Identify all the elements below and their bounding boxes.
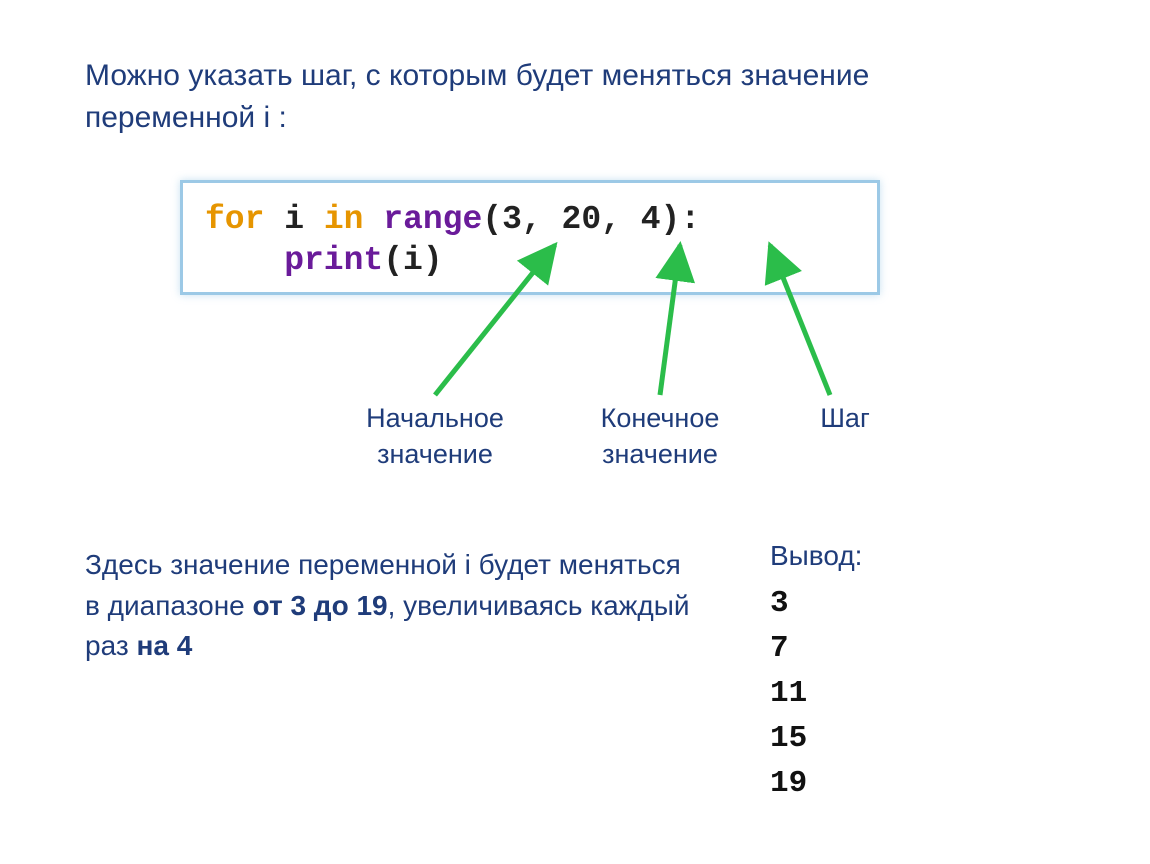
output-title: Вывод: — [770, 540, 862, 572]
label-end-value: Конечное значение — [570, 400, 750, 473]
output-values: 3 7 11 15 19 — [770, 582, 807, 807]
step-bold: на 4 — [136, 630, 192, 661]
range-args: (3, 20, 4): — [482, 201, 700, 238]
range-bold: от 3 до 19 — [253, 590, 388, 621]
keyword-in: in — [324, 201, 364, 238]
func-range: range — [383, 201, 482, 238]
label-step: Шаг — [785, 400, 905, 436]
print-args: (i) — [383, 242, 442, 279]
detail-text: Здесь значение переменной i будет менять… — [85, 545, 695, 667]
intro-text: Можно указать шаг, с которым будет менят… — [85, 55, 905, 139]
code-block: for i in range(3, 20, 4): print(i) — [180, 180, 880, 295]
keyword-for: for — [205, 201, 264, 238]
code-var: i — [264, 201, 323, 238]
label-start-value: Начальное значение — [345, 400, 525, 473]
func-print: print — [284, 242, 383, 279]
slide: Можно указать шаг, с которым будет менят… — [0, 0, 1150, 864]
